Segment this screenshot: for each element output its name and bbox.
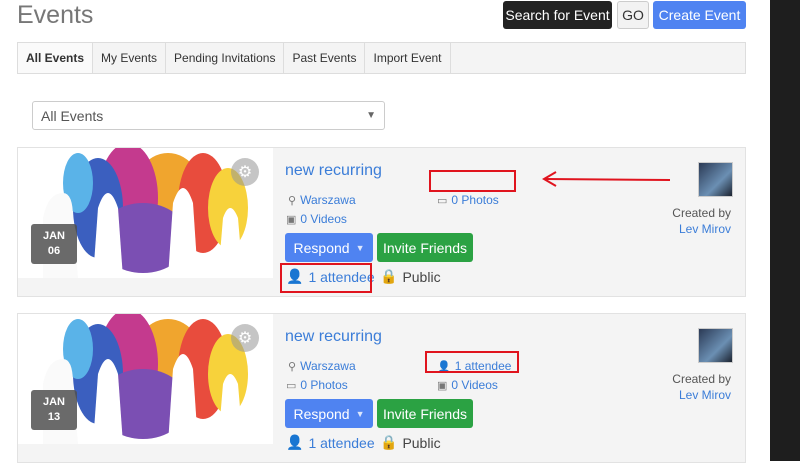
- event-day: 13: [47, 411, 61, 423]
- search-event-button[interactable]: Search for Event: [503, 1, 612, 29]
- tab-my-events[interactable]: My Events: [93, 43, 167, 73]
- event-cover-image[interactable]: JAN 13 ⚙: [18, 314, 273, 444]
- event-cover-image[interactable]: JAN 06 ⚙: [18, 148, 273, 278]
- event-photos-text: 0 Photos: [451, 193, 499, 207]
- create-event-button[interactable]: Create Event: [653, 1, 746, 29]
- respond-button[interactable]: Respond ▼: [285, 399, 373, 428]
- annotation-attendee-moved-box: [425, 351, 519, 373]
- lock-icon: 🔒: [380, 268, 398, 284]
- gear-icon[interactable]: ⚙: [231, 158, 259, 186]
- event-privacy-text: Public: [402, 434, 441, 451]
- event-location[interactable]: ⚲ Warszawa: [288, 359, 356, 373]
- respond-label: Respond: [293, 239, 350, 256]
- event-photos[interactable]: ▭ 0 Photos: [286, 378, 348, 392]
- event-videos-text: 0 Videos: [300, 212, 347, 226]
- caret-down-icon: ▼: [355, 408, 365, 419]
- event-videos[interactable]: ▣ 0 Videos: [437, 378, 498, 392]
- map-marker-icon: ⚲: [288, 360, 297, 373]
- film-icon: ▣: [286, 213, 297, 226]
- event-title[interactable]: new recurring: [285, 328, 382, 346]
- event-date-badge: JAN 06: [31, 224, 77, 264]
- avatar[interactable]: [698, 162, 733, 197]
- film-icon: ▣: [437, 379, 448, 392]
- event-month: JAN: [42, 230, 65, 242]
- tab-all-events[interactable]: All Events: [18, 43, 94, 73]
- tab-past-events[interactable]: Past Events: [284, 43, 366, 73]
- event-location[interactable]: ⚲ Warszawa: [288, 193, 356, 207]
- chevron-down-icon: ▼: [366, 110, 376, 121]
- caret-down-icon: ▼: [355, 242, 365, 253]
- user-icon: 👤: [286, 434, 304, 450]
- event-photos[interactable]: ▭ 0 Photos: [437, 193, 499, 207]
- event-filter-select[interactable]: All Events ▼: [32, 101, 385, 130]
- annotation-arrow-icon: [542, 171, 671, 187]
- created-by-label: Created by: [672, 372, 731, 386]
- photo-icon: ▭: [437, 194, 448, 207]
- event-attendees-text: 1 attendee: [308, 434, 375, 451]
- lock-icon: 🔒: [380, 434, 398, 450]
- respond-label: Respond: [293, 405, 350, 422]
- annotation-empty-box: [429, 170, 516, 192]
- event-privacy-text: Public: [402, 268, 441, 285]
- event-location-text: Warszawa: [300, 359, 356, 373]
- event-videos-text: 0 Videos: [451, 378, 498, 392]
- creator-link[interactable]: Lev Mirov: [679, 388, 731, 402]
- annotation-attendee-box: [280, 263, 372, 293]
- tab-pending-invitations[interactable]: Pending Invitations: [166, 43, 285, 73]
- event-title[interactable]: new recurring: [285, 162, 382, 180]
- page-title: Events: [17, 1, 94, 29]
- event-attendees[interactable]: 👤 1 attendee: [286, 434, 375, 451]
- event-location-text: Warszawa: [300, 193, 356, 207]
- event-date-badge: JAN 13: [31, 390, 77, 430]
- invite-friends-button[interactable]: Invite Friends: [377, 233, 473, 262]
- photo-icon: ▭: [286, 379, 297, 392]
- dark-side-panel: [770, 0, 800, 461]
- event-month: JAN: [42, 396, 65, 408]
- event-privacy: 🔒 Public: [380, 434, 441, 451]
- event-privacy: 🔒 Public: [380, 268, 441, 285]
- invite-friends-button[interactable]: Invite Friends: [377, 399, 473, 428]
- created-by-label: Created by: [672, 206, 731, 220]
- go-button[interactable]: GO: [617, 1, 649, 29]
- filter-selected-value: All Events: [41, 107, 104, 124]
- event-card: JAN 13 ⚙ new recurring ⚲ Warszawa 👤 1 at…: [17, 313, 746, 463]
- creator-link[interactable]: Lev Mirov: [679, 222, 731, 236]
- tab-import-event[interactable]: Import Event: [365, 43, 451, 73]
- respond-button[interactable]: Respond ▼: [285, 233, 373, 262]
- event-day: 06: [47, 245, 61, 257]
- gear-icon[interactable]: ⚙: [231, 324, 259, 352]
- map-marker-icon: ⚲: [288, 194, 297, 207]
- avatar[interactable]: [698, 328, 733, 363]
- event-photos-text: 0 Photos: [300, 378, 348, 392]
- event-tabs: All Events My Events Pending Invitations…: [17, 42, 746, 74]
- event-videos[interactable]: ▣ 0 Videos: [286, 212, 347, 226]
